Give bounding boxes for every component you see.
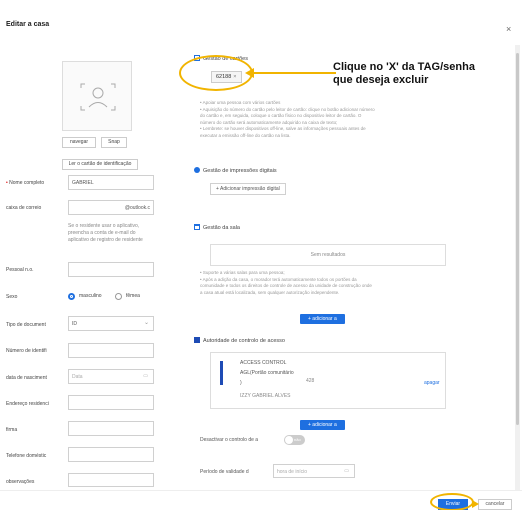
- notes-input[interactable]: [68, 473, 154, 487]
- annotation-arrow-submit: [472, 500, 479, 508]
- dialog-header: Editar a casa ×: [0, 0, 522, 40]
- scrollbar-thumb[interactable]: [516, 53, 519, 425]
- annotation-text: Clique no 'X' da TAG/senha que deseja ex…: [333, 61, 475, 86]
- doc-type-select[interactable]: ID ⌄: [68, 316, 154, 331]
- company-label: firma: [6, 427, 18, 433]
- id-number-input[interactable]: [68, 343, 154, 358]
- validity-label: Período de validade d: [200, 469, 249, 475]
- address-label: Endereço residenci: [6, 401, 49, 407]
- annotation-highlight-tag: [179, 55, 253, 91]
- chevron-down-icon: ⌄: [143, 320, 149, 326]
- access-icon: [194, 337, 200, 343]
- company-input[interactable]: [68, 421, 154, 436]
- sex-male-label: masculino: [79, 293, 102, 299]
- sex-label: Sexo: [6, 294, 18, 300]
- add-fingerprint-button[interactable]: + Adicionar impressão digital: [210, 183, 286, 195]
- room-notes: • Suporte a várias salas para uma pessoa…: [200, 270, 372, 295]
- house-icon: [194, 224, 200, 230]
- calendar-icon: ▭: [143, 373, 148, 379]
- add-access-button[interactable]: + adicionar a: [300, 420, 345, 430]
- access-card-gate: AGL(Portão comunitário: [240, 370, 294, 376]
- dialog-title: Editar a casa: [6, 21, 50, 28]
- delete-access-link[interactable]: apagar: [424, 380, 440, 386]
- room-title: Gestão da sala: [194, 224, 240, 231]
- notes-label: observações: [6, 479, 35, 485]
- room-empty-state: Sem resultados: [210, 244, 446, 266]
- access-card-close-paren: ): [240, 380, 242, 386]
- access-card-number: 428: [306, 378, 315, 384]
- calendar-icon: ▭: [344, 468, 349, 474]
- face-scan-icon: [80, 83, 116, 111]
- disable-access-label: Desactivar o controlo de a: [200, 437, 259, 443]
- access-title: Autoridade de controlo de acesso: [194, 337, 285, 344]
- full-name-label: • Nome completo: [6, 180, 45, 186]
- annotation-arrow-head: [245, 68, 254, 78]
- close-icon[interactable]: ×: [506, 24, 511, 34]
- birth-date-label: data de nasciment: [6, 375, 47, 381]
- home-phone-label: Telefone doméstic: [6, 453, 47, 459]
- snap-button[interactable]: Snap: [101, 137, 127, 148]
- sex-female-radio[interactable]: [115, 293, 122, 300]
- cancel-button[interactable]: cancelar: [478, 499, 512, 510]
- browse-button[interactable]: navegar: [62, 137, 96, 148]
- email-input[interactable]: @outlook.c: [68, 200, 154, 215]
- annotation-highlight-submit: [430, 493, 474, 510]
- access-card-title: ACCESS CONTROL: [240, 360, 287, 366]
- email-help-text: Se o residente usar o aplicativo, preenc…: [68, 223, 143, 243]
- annotation-arrow: [252, 72, 336, 74]
- fingerprint-icon: [194, 167, 200, 173]
- fingerprint-title: Gestão de impressões digitais: [194, 167, 277, 174]
- birth-date-input[interactable]: Data ▭: [68, 369, 154, 384]
- add-room-button[interactable]: + adicionar a: [300, 314, 345, 324]
- doc-type-label: Tipo de document: [6, 322, 46, 328]
- access-card-marker: [220, 361, 223, 385]
- read-id-card-button[interactable]: Ler o cartão de identificação: [62, 159, 138, 170]
- id-number-label: Número de identifi: [6, 348, 47, 354]
- access-card-user: IZZY GABRIEL ALVES: [240, 393, 291, 399]
- person-no-label: Pessoal n.o.: [6, 267, 34, 273]
- photo-placeholder[interactable]: [62, 61, 132, 131]
- full-name-input[interactable]: GABRIEL: [68, 175, 154, 190]
- person-no-input[interactable]: [68, 262, 154, 277]
- start-time-input[interactable]: hora de início ▭: [273, 464, 355, 478]
- sex-male-radio[interactable]: [68, 293, 75, 300]
- card-mgmt-notes: • Apoiar uma pessoa com vários cartões •…: [200, 100, 375, 138]
- disable-access-toggle[interactable]: não: [284, 435, 305, 445]
- home-phone-input[interactable]: [68, 447, 154, 462]
- scrollbar[interactable]: [515, 45, 520, 490]
- email-label: caixa de correio: [6, 205, 42, 211]
- address-input[interactable]: [68, 395, 154, 410]
- sex-female-label: fêmea: [126, 293, 140, 299]
